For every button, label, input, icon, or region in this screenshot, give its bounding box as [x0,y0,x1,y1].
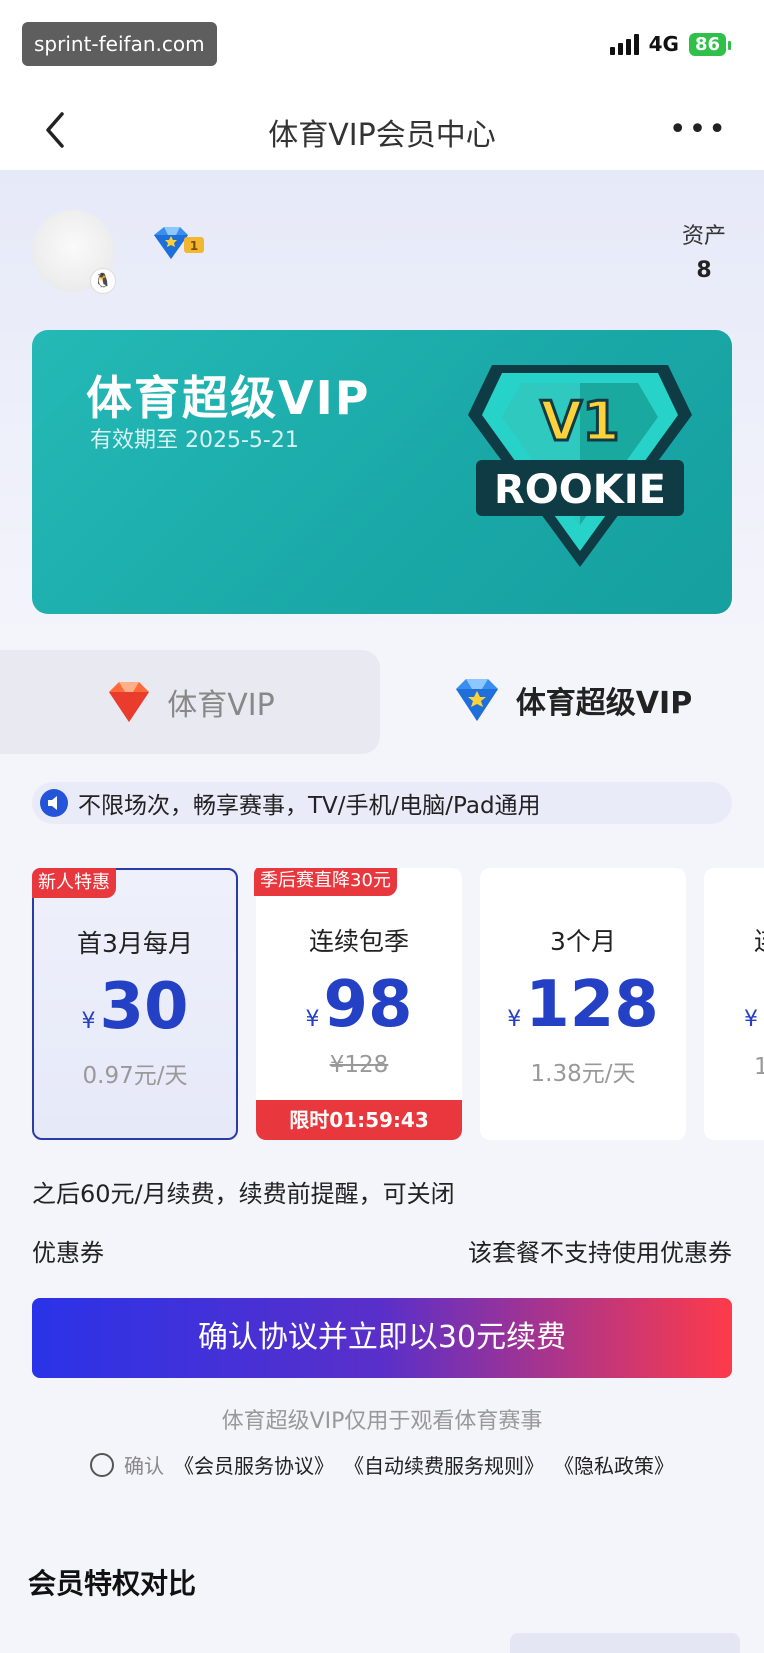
agreement-checkbox[interactable] [90,1452,114,1477]
link-auto-renew-rules[interactable]: 《自动续费服务规则》 [344,1450,544,1479]
link-privacy-policy[interactable]: 《隐私政策》 [554,1450,674,1479]
nav-bar: 体育VIP会员中心 ••• [0,90,764,170]
privilege-card-partial [510,1633,740,1653]
plan-price: ¥128 [480,968,686,1042]
svg-text:1: 1 [190,239,198,253]
price-amount: 30 [99,970,189,1044]
coupon-value: 该套餐不支持使用优惠券 [468,1239,732,1267]
assets[interactable]: 资产 8 [682,218,726,283]
tab-sports-super-vip[interactable]: 体育超级VIP [380,646,764,754]
speaker-icon [40,789,68,817]
agreement-prefix: 确认 [124,1454,164,1478]
currency-symbol: ¥ [81,1009,96,1034]
status-indicators: 4G 86 [609,32,732,56]
vip-tier-tabs: 体育VIP 体育超级VIP [0,646,764,754]
plan-price: ¥ [744,968,764,1042]
plan-badge: 季后赛直降30元 [254,868,397,896]
currency-symbol: ¥ [305,1007,320,1032]
tab-sports-super-vip-label: 体育超级VIP [515,686,693,721]
plan-card-partial[interactable]: 连 ¥ 1 [704,868,764,1140]
status-bar: sprint-feifan.com 4G 86 [0,0,764,90]
page-title: 体育VIP会员中心 [268,118,496,153]
currency-symbol: ¥ [744,1007,758,1032]
plan-daily-price: 1 [754,1054,764,1080]
countdown-timer: 限时01:59:43 [256,1100,462,1140]
currency-symbol: ¥ [507,1007,522,1032]
section-title-privileges: 会员特权对比 [28,1567,197,1600]
tab-sports-vip-label: 体育VIP [167,688,275,723]
plan-name: 连续包季 [308,927,409,956]
rookie-shield-icon: V1 ROOKIE [468,365,692,567]
vip-card-expiry: 有效期至 2025-5-21 [90,428,299,453]
plan-list: 新人特惠 首3月每月 ¥30 0.97元/天 季后赛直降30元 连续包季 ¥98… [0,868,764,1144]
vip-card-title: 体育超级VIP [86,371,371,425]
plan-price: ¥30 [34,970,236,1044]
plan-name: 3个月 [550,927,616,956]
plan-card-quarterly[interactable]: 季后赛直降30元 连续包季 ¥98 ¥128 限时01:59:43 [254,868,462,1140]
coupon-label: 优惠券 [32,1239,104,1267]
plan-daily-price: 1.38元/天 [530,1061,636,1087]
price-amount: 128 [525,968,659,1042]
tab-sports-vip[interactable]: 体育VIP [0,650,380,754]
badge-rank-text: ROOKIE [494,467,666,513]
plan-badge: 新人特惠 [32,868,116,898]
usage-note: 体育超级VIP仅用于观看体育赛事 [221,1409,543,1434]
assets-label: 资产 [681,224,726,249]
benefit-banner: 不限场次，畅享赛事，TV/手机/电脑/Pad通用 [32,782,732,824]
plan-price: ¥98 [256,968,462,1042]
watermark: sprint-feifan.com [22,22,217,66]
coupon-row[interactable]: 优惠券 该套餐不支持使用优惠券 [32,1233,732,1268]
blue-diamond-icon [455,679,498,721]
more-button[interactable]: ••• [669,112,728,147]
confirm-renew-button[interactable]: 确认协议并立即以30元续费 [32,1298,732,1378]
plan-card-3-months[interactable]: 3个月 ¥128 1.38元/天 [480,868,686,1140]
level-badge[interactable]: 1 [150,225,206,269]
plan-original-price: ¥128 [329,1052,389,1078]
network-type: 4G [648,32,679,56]
badge-level-text: V1 [540,390,619,453]
agreement-row: 确认 《会员服务协议》 《自动续费服务规则》 《隐私政策》 [90,1450,674,1479]
qq-icon: 🐧 [90,268,116,294]
plan-daily-price: 0.97元/天 [82,1063,188,1089]
signal-icon [609,33,639,55]
battery-icon: 86 [688,32,732,56]
plan-card-first-3-months[interactable]: 新人特惠 首3月每月 ¥30 0.97元/天 [32,868,238,1140]
vip-membership-card: 体育超级VIP 有效期至 2025-5-21 V1 ROOKIE [32,330,732,614]
red-diamond-icon [109,682,150,722]
diamond-level-icon: 1 [154,227,204,259]
link-member-agreement[interactable]: 《会员服务协议》 [174,1450,334,1479]
plan-name: 连 [754,922,764,958]
plan-name: 首3月每月 [77,929,193,958]
renewal-note: 之后60元/月续费，续费前提醒，可关闭 [32,1180,455,1208]
benefit-text: 不限场次，畅享赛事，TV/手机/电脑/Pad通用 [78,793,541,819]
assets-value: 8 [696,258,712,283]
price-amount: 98 [323,968,413,1042]
